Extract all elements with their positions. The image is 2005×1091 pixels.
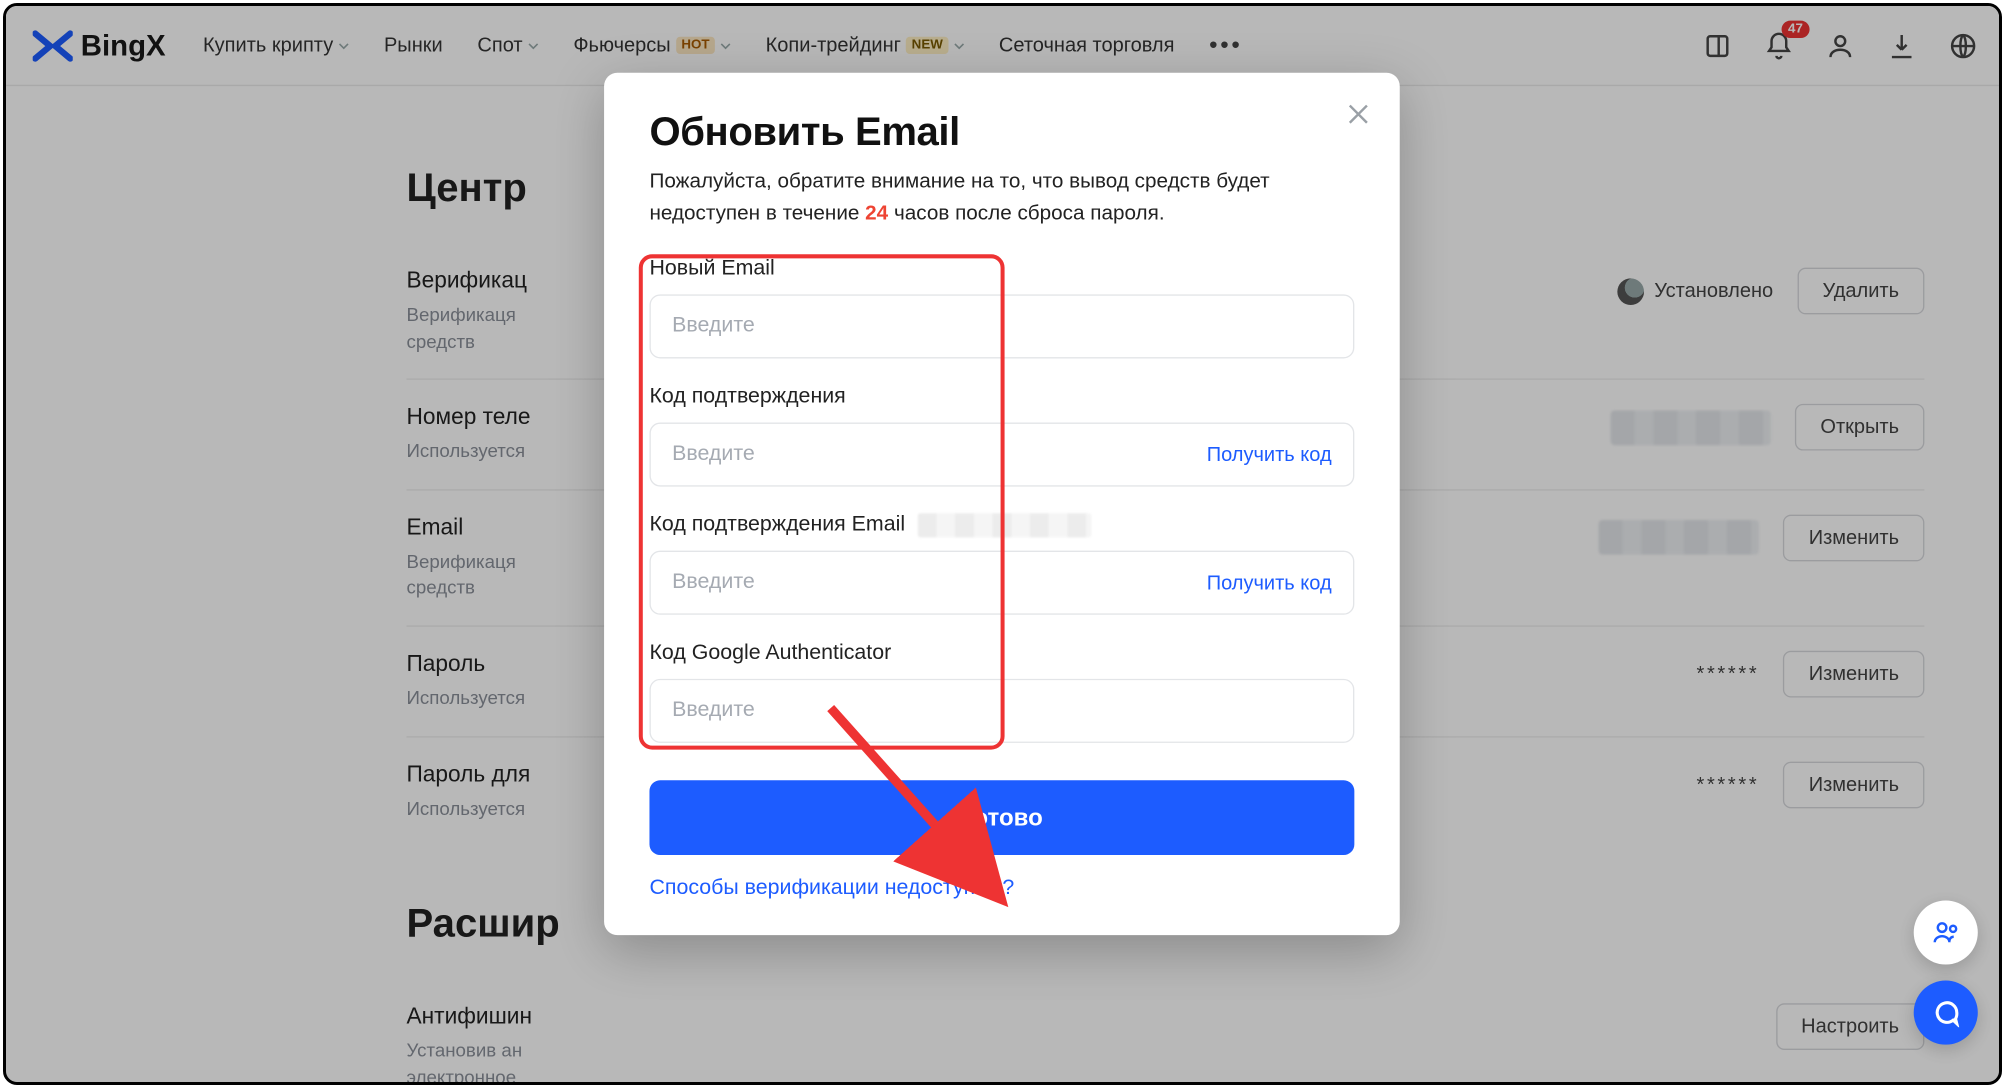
update-email-modal: Обновить Email Пожалуйста, обратите вним… <box>604 73 1400 935</box>
get-code-link[interactable]: Получить код <box>1207 571 1332 594</box>
masked-email <box>918 513 1092 537</box>
modal-subtitle: Пожалуйста, обратите внимание на то, что… <box>649 166 1354 230</box>
modal-sub-b: часов после сброса пароля. <box>888 202 1164 225</box>
input-wrap <box>649 679 1354 743</box>
input-wrap: Получить код <box>649 423 1354 487</box>
submit-button[interactable]: Готово <box>649 780 1354 855</box>
input-wrap: Получить код <box>649 551 1354 615</box>
field-email-code: Код подтверждения Email Получить код <box>649 513 1354 614</box>
field-ga-code: Код Google Authenticator <box>649 642 1354 743</box>
close-icon[interactable] <box>1344 99 1373 128</box>
confirm-code-input[interactable] <box>672 443 1207 467</box>
field-label: Код подтверждения <box>649 385 1354 409</box>
ga-code-input[interactable] <box>672 699 1331 723</box>
support-user-button[interactable] <box>1914 900 1978 964</box>
field-new-email: Новый Email <box>649 257 1354 358</box>
field-label: Код Google Authenticator <box>649 642 1354 666</box>
verification-unavailable-link[interactable]: Способы верификации недоступны? <box>649 876 1354 900</box>
field-label: Новый Email <box>649 257 1354 281</box>
modal-title: Обновить Email <box>649 110 1354 155</box>
modal-sub-highlight: 24 <box>865 202 888 225</box>
new-email-input[interactable] <box>672 314 1331 338</box>
email-code-input[interactable] <box>672 571 1207 595</box>
chat-button[interactable] <box>1914 981 1978 1045</box>
input-wrap <box>649 294 1354 358</box>
get-code-link[interactable]: Получить код <box>1207 443 1332 466</box>
field-confirm-code: Код подтверждения Получить код <box>649 385 1354 486</box>
field-label: Код подтверждения Email <box>649 513 1354 537</box>
field-label-text: Код подтверждения Email <box>649 513 905 537</box>
